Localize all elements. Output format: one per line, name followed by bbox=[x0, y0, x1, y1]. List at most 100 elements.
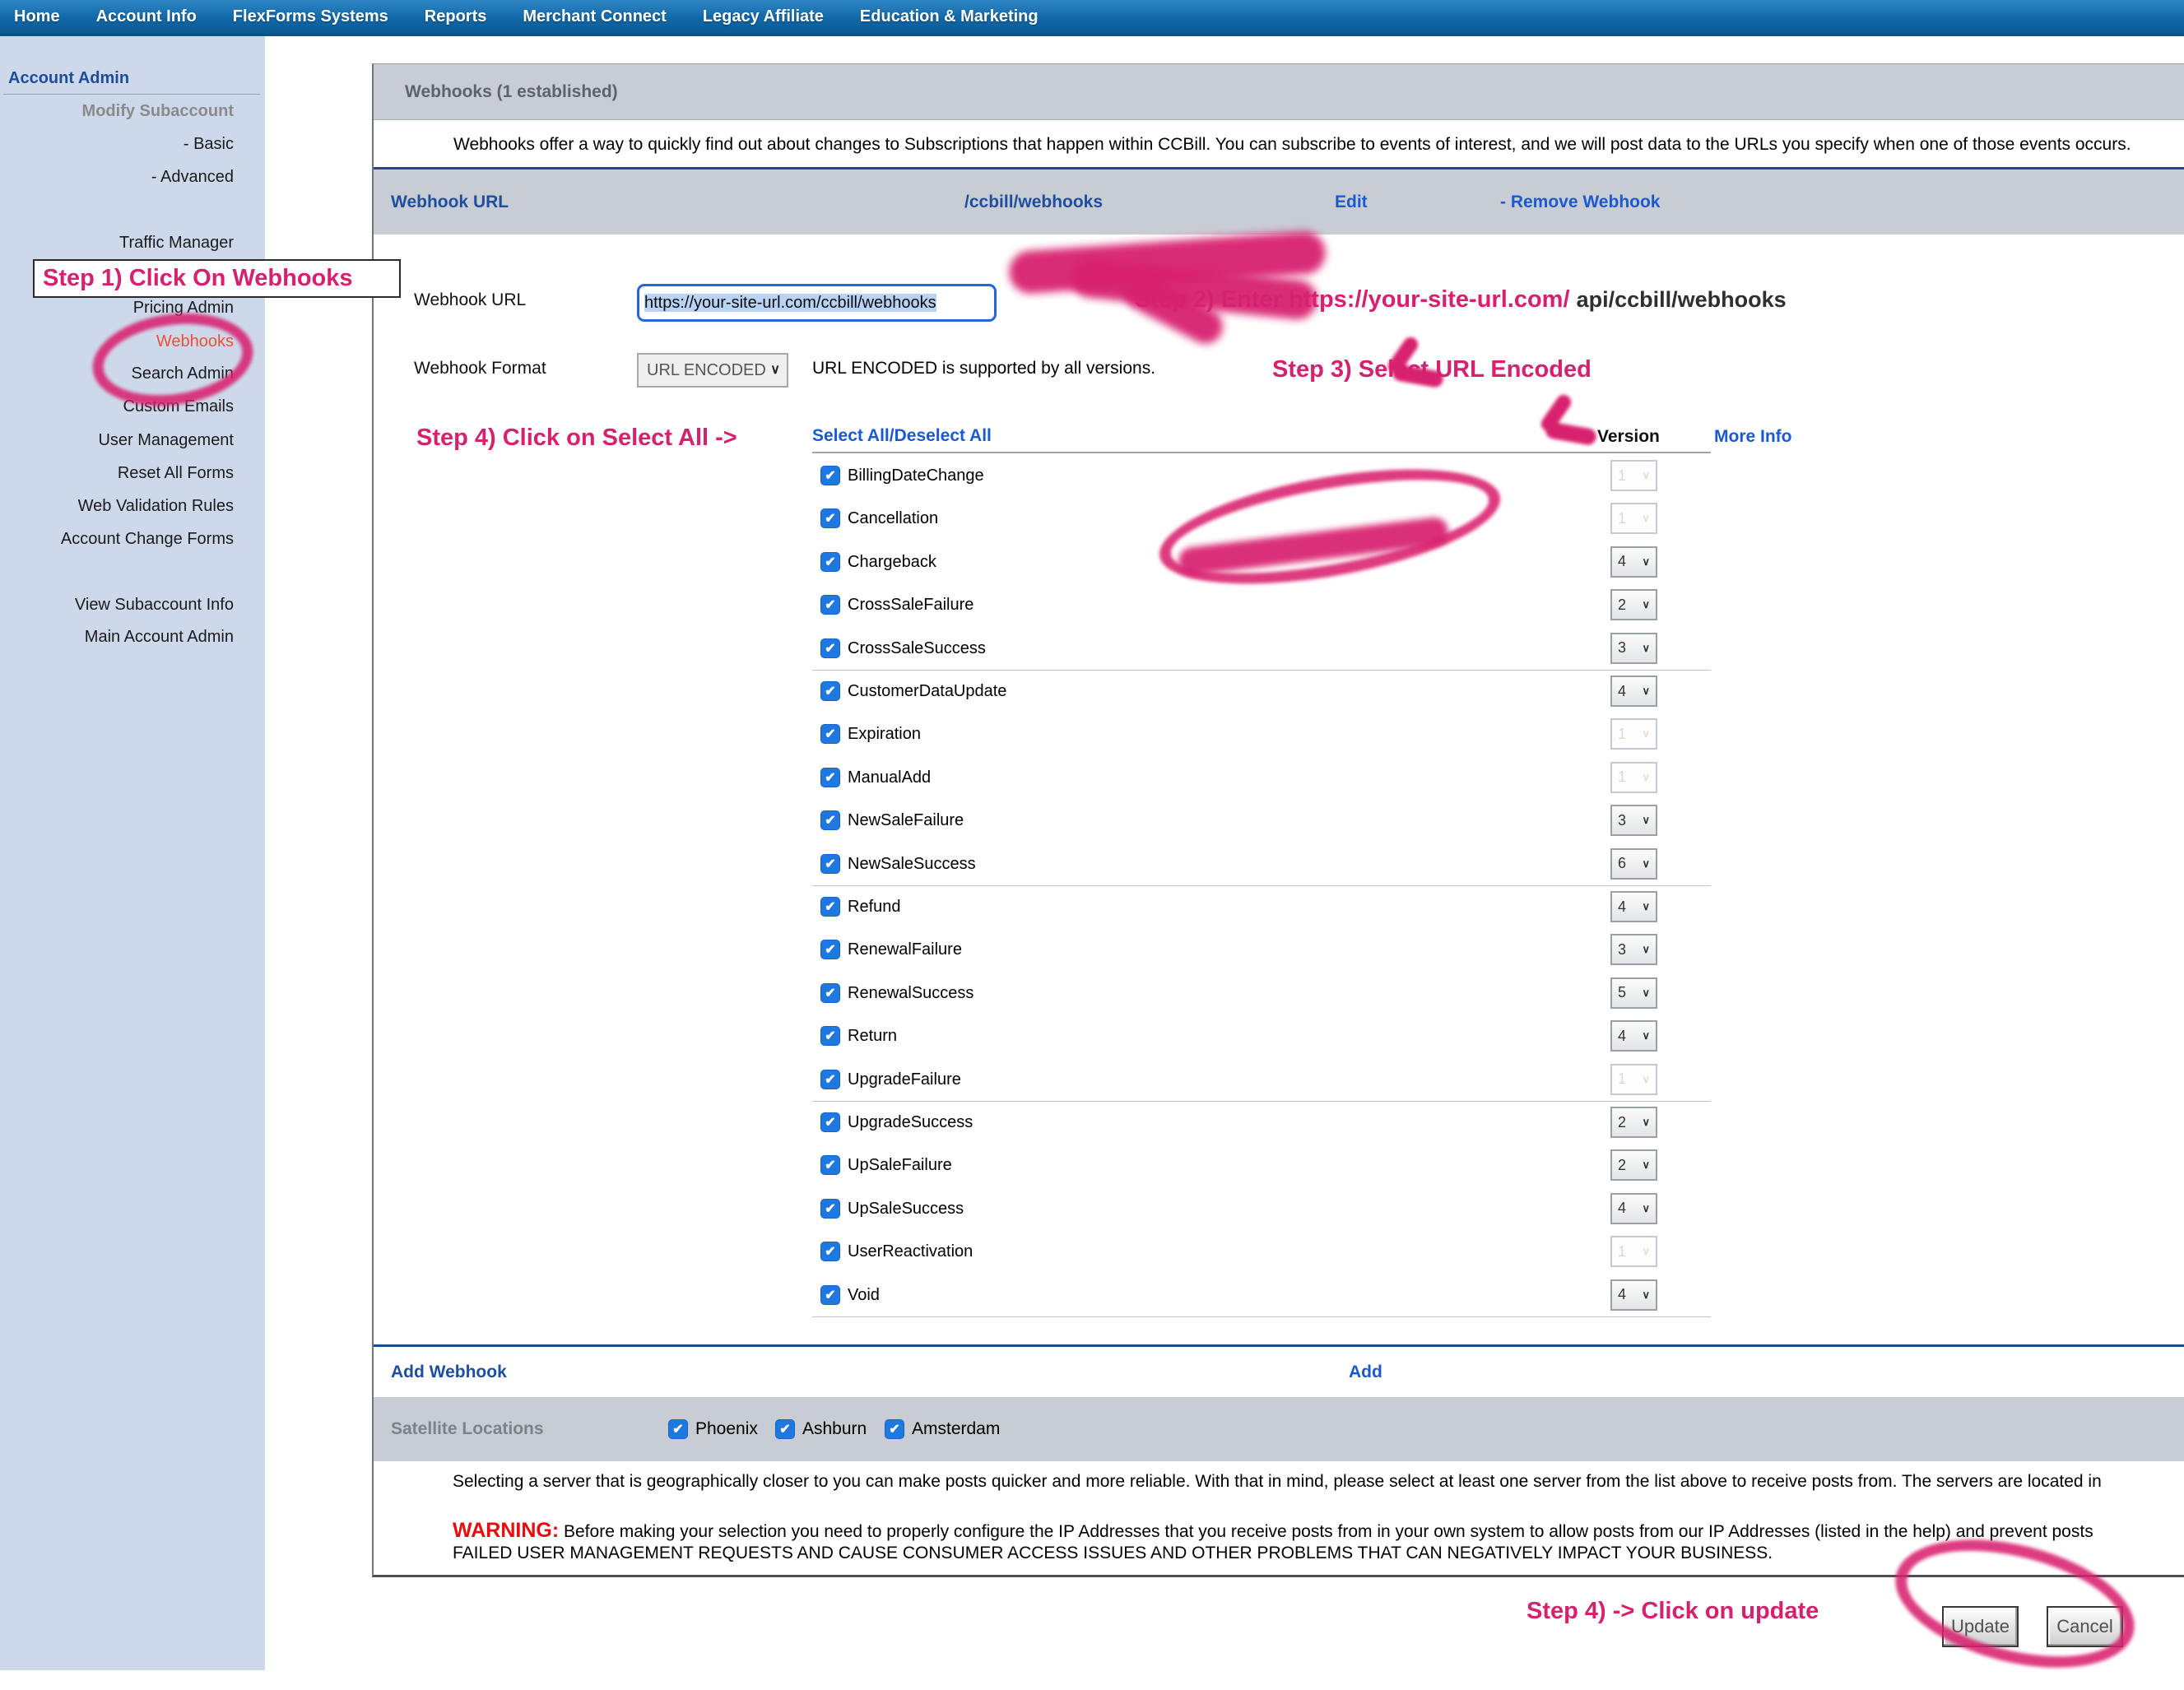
annotation-step2-black: api/ccbill/webhooks bbox=[1577, 287, 1787, 312]
checkbox-renewalfailure[interactable]: ✔ bbox=[820, 940, 840, 959]
version-value: 2 bbox=[1618, 1157, 1626, 1174]
version-select-void[interactable]: 4∨ bbox=[1610, 1279, 1657, 1311]
nav-item-legacy-affiliate[interactable]: Legacy Affiliate bbox=[703, 7, 824, 26]
select-all-link[interactable]: Select All/Deselect All bbox=[812, 426, 992, 446]
webhook-url-row-label: Webhook URL bbox=[391, 169, 509, 234]
checkbox-manualadd[interactable]: ✔ bbox=[820, 768, 840, 787]
chevron-down-icon: ∨ bbox=[1642, 857, 1650, 871]
version-select-return[interactable]: 4∨ bbox=[1610, 1020, 1657, 1052]
checkbox-newsalesuccess[interactable]: ✔ bbox=[820, 854, 840, 874]
sidebar-item-main-account-admin[interactable]: Main Account Admin bbox=[0, 625, 234, 648]
checkmark-icon: ✔ bbox=[825, 555, 835, 569]
event-label: Expiration bbox=[848, 713, 921, 755]
annotation-step2: Step 2) Enter https://your-site-url.com/… bbox=[1135, 286, 1787, 313]
version-value: 2 bbox=[1618, 597, 1626, 614]
remove-webhook-link[interactable]: - Remove Webhook bbox=[1500, 169, 1660, 234]
version-value: 4 bbox=[1618, 683, 1626, 700]
sidebar-item-traffic-manager[interactable]: Traffic Manager bbox=[0, 231, 234, 254]
nav-item-account-info[interactable]: Account Info bbox=[96, 7, 197, 26]
version-select-crosssalesuccess[interactable]: 3∨ bbox=[1610, 633, 1657, 664]
sidebar-item-web-validation-rules[interactable]: Web Validation Rules bbox=[0, 494, 234, 518]
chevron-down-icon: ∨ bbox=[1642, 1245, 1650, 1258]
annotation-step4-select: Step 4) Click on Select All -> bbox=[416, 425, 737, 452]
checkmark-icon: ✔ bbox=[825, 900, 835, 914]
checkbox-refund[interactable]: ✔ bbox=[820, 897, 840, 917]
sidebar-item-view-subaccount-info[interactable]: View Subaccount Info bbox=[0, 593, 234, 616]
version-value: 4 bbox=[1618, 553, 1626, 570]
version-select-expiration: 1∨ bbox=[1610, 718, 1657, 750]
chevron-down-icon: ∨ bbox=[770, 355, 780, 386]
version-select-newsalefailure[interactable]: 3∨ bbox=[1610, 805, 1657, 836]
checkbox-ashburn[interactable]: ✔ bbox=[775, 1419, 795, 1439]
version-select-newsalesuccess[interactable]: 6∨ bbox=[1610, 848, 1657, 880]
webhook-format-select[interactable]: URL ENCODED ∨ bbox=[637, 353, 788, 388]
checkbox-upsalesuccess[interactable]: ✔ bbox=[820, 1199, 840, 1219]
event-row-newsalesuccess: ✔NewSaleSuccess6∨ bbox=[374, 843, 2184, 885]
annotation-step1: Step 1) Click On Webhooks bbox=[33, 259, 401, 298]
version-select-upsalesuccess[interactable]: 4∨ bbox=[1610, 1193, 1657, 1224]
nav-item-home[interactable]: Home bbox=[14, 7, 60, 26]
checkbox-expiration[interactable]: ✔ bbox=[820, 724, 840, 744]
checkbox-chargeback[interactable]: ✔ bbox=[820, 552, 840, 572]
sidebar-item-modify-subaccount[interactable]: Modify Subaccount bbox=[0, 100, 234, 123]
warning-line2: FAILED USER MANAGEMENT REQUESTS AND CAUS… bbox=[453, 1544, 1773, 1563]
edit-link[interactable]: Edit bbox=[1335, 169, 1368, 234]
checkbox-billingdatechange[interactable]: ✔ bbox=[820, 466, 840, 485]
checkmark-icon: ✔ bbox=[825, 1116, 835, 1130]
version-select-renewalfailure[interactable]: 3∨ bbox=[1610, 934, 1657, 965]
version-value: 1 bbox=[1618, 467, 1626, 485]
sidebar-item-user-management[interactable]: User Management bbox=[0, 429, 234, 452]
webhooks-intro-text: Webhooks offer a way to quickly find out… bbox=[453, 135, 2131, 155]
checkbox-newsalefailure[interactable]: ✔ bbox=[820, 810, 840, 830]
checkbox-cancellation[interactable]: ✔ bbox=[820, 508, 840, 528]
checkbox-amsterdam[interactable]: ✔ bbox=[885, 1419, 904, 1439]
checkbox-upgradesuccess[interactable]: ✔ bbox=[820, 1112, 840, 1132]
event-row-expiration: ✔ Expiration 1∨ bbox=[374, 713, 2184, 755]
sidebar-item-basic[interactable]: - Basic bbox=[0, 132, 234, 156]
add-link[interactable]: Add bbox=[1349, 1347, 1382, 1397]
version-select-upsalefailure[interactable]: 2∨ bbox=[1610, 1149, 1657, 1181]
version-select-refund[interactable]: 4∨ bbox=[1610, 891, 1657, 922]
chevron-down-icon: ∨ bbox=[1642, 814, 1650, 827]
checkbox-upgradefailure[interactable]: ✔ bbox=[820, 1070, 840, 1089]
version-select-customerdataupdate[interactable]: 4∨ bbox=[1610, 676, 1657, 707]
sidebar-item-account-change-forms[interactable]: Account Change Forms bbox=[0, 527, 234, 550]
version-select-chargeback[interactable]: 4∨ bbox=[1610, 546, 1657, 578]
checkbox-void[interactable]: ✔ bbox=[820, 1285, 840, 1305]
add-webhook-label: Add Webhook bbox=[391, 1347, 507, 1397]
checkbox-crosssalesuccess[interactable]: ✔ bbox=[820, 638, 840, 658]
nav-item-merchant-connect[interactable]: Merchant Connect bbox=[523, 7, 666, 26]
nav-item-flexforms-systems[interactable]: FlexForms Systems bbox=[233, 7, 388, 26]
event-row-return: ✔Return4∨ bbox=[374, 1014, 2184, 1057]
more-info-link[interactable]: More Info bbox=[1714, 427, 1792, 447]
version-select-upgradesuccess[interactable]: 2∨ bbox=[1610, 1107, 1657, 1138]
version-select-upgradefailure: 1∨ bbox=[1610, 1064, 1657, 1095]
checkbox-upsalefailure[interactable]: ✔ bbox=[820, 1155, 840, 1175]
checkmark-icon: ✔ bbox=[825, 685, 835, 699]
sidebar-item-reset-all-forms[interactable]: Reset All Forms bbox=[0, 462, 234, 485]
checkbox-userreactivation[interactable]: ✔ bbox=[820, 1242, 840, 1261]
checkbox-crosssalefailure[interactable]: ✔ bbox=[820, 595, 840, 615]
checkbox-renewalsuccess[interactable]: ✔ bbox=[820, 983, 840, 1003]
version-value: 1 bbox=[1618, 726, 1626, 743]
version-select-crosssalefailure[interactable]: 2∨ bbox=[1610, 589, 1657, 620]
nav-item-reports[interactable]: Reports bbox=[425, 7, 487, 26]
checkbox-return[interactable]: ✔ bbox=[820, 1026, 840, 1046]
version-value: 3 bbox=[1618, 941, 1626, 959]
event-row-void: ✔Void4∨ bbox=[374, 1274, 2184, 1316]
checkbox-customerdataupdate[interactable]: ✔ bbox=[820, 681, 840, 701]
chevron-down-icon: ∨ bbox=[1642, 943, 1650, 956]
version-select-renewalsuccess[interactable]: 5∨ bbox=[1610, 977, 1657, 1009]
sidebar-heading: Account Admin bbox=[8, 69, 129, 88]
checkmark-icon: ✔ bbox=[889, 1423, 899, 1437]
nav-item-education-marketing[interactable]: Education & Marketing bbox=[860, 7, 1039, 26]
webhook-url-input[interactable]: https://your-site-url.com/ccbill/webhook… bbox=[637, 284, 997, 322]
checkbox-phoenix[interactable]: ✔ bbox=[668, 1419, 688, 1439]
webhook-url-value: /ccbill/webhooks bbox=[964, 169, 1103, 234]
sidebar-item-advanced[interactable]: - Advanced bbox=[0, 165, 234, 188]
event-row-newsalefailure: ✔NewSaleFailure3∨ bbox=[374, 799, 2184, 842]
chevron-down-icon: ∨ bbox=[1642, 1116, 1650, 1129]
satellite-label-amsterdam: Amsterdam bbox=[912, 1397, 1000, 1461]
event-label: Refund bbox=[848, 885, 901, 928]
webhook-url-label: Webhook URL bbox=[414, 290, 526, 310]
